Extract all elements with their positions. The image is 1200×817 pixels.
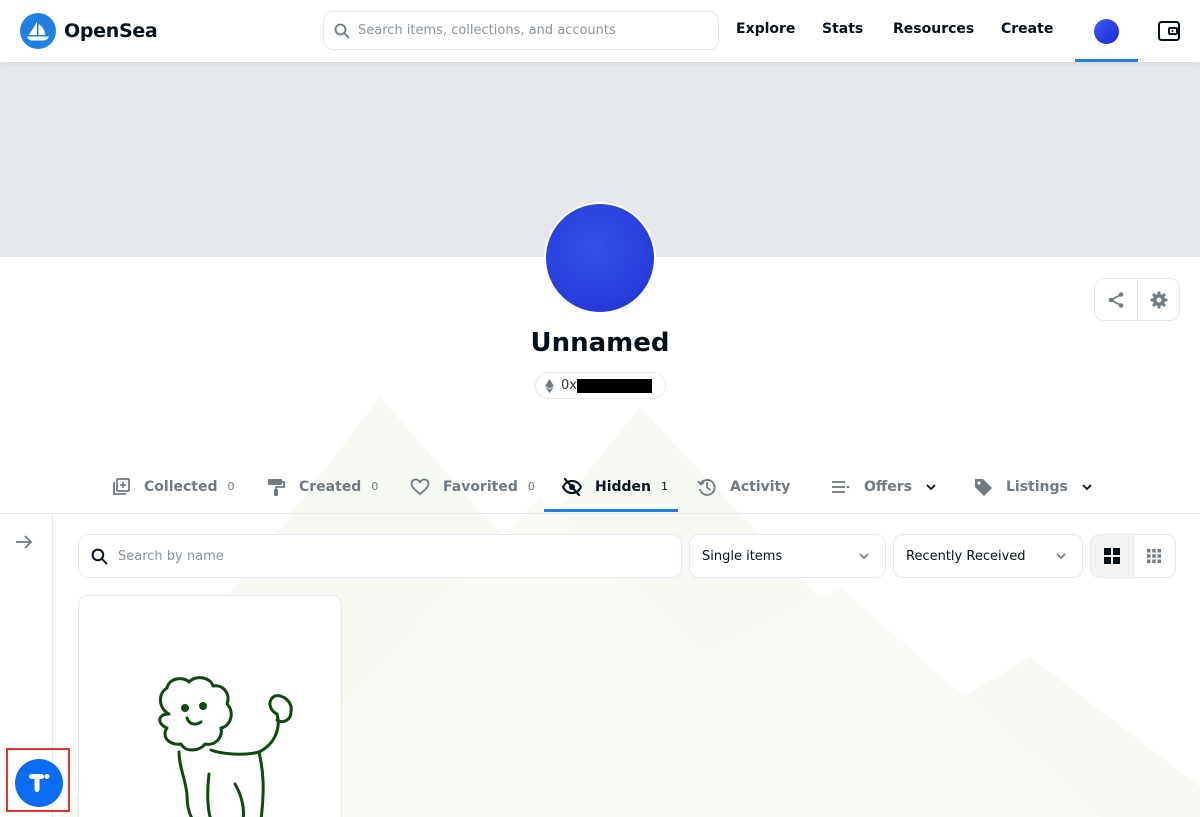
grid-view-toggle — [1090, 534, 1176, 578]
share-icon — [1108, 291, 1124, 308]
share-button[interactable] — [1095, 279, 1137, 320]
item-type-select[interactable]: Single items — [689, 534, 886, 578]
collected-icon — [113, 477, 130, 495]
chevron-down-icon — [1056, 553, 1066, 560]
tab-created[interactable]: Created 0 — [266, 460, 378, 513]
opensea-logo[interactable]: OpenSea — [20, 13, 158, 49]
redacted-address — [576, 378, 652, 393]
nav-explore[interactable]: Explore — [736, 21, 795, 37]
large-grid-icon — [1103, 548, 1120, 564]
ethereum-icon — [545, 378, 554, 393]
paint-roller-icon — [268, 478, 285, 496]
wallet-icon[interactable] — [1157, 19, 1181, 43]
history-icon — [697, 478, 716, 496]
list-icon — [832, 480, 850, 493]
settings-button[interactable] — [1137, 279, 1179, 320]
wallet-address-pill[interactable]: 0x — [535, 372, 666, 399]
top-nav: OpenSea Explore Stats Resources Create — [0, 0, 1200, 62]
name-search-input[interactable] — [118, 548, 658, 564]
small-grid-button[interactable] — [1132, 535, 1175, 577]
large-grid-button[interactable] — [1091, 535, 1133, 577]
tab-favorited[interactable]: Favorited 0 — [410, 460, 535, 513]
global-search-input[interactable] — [358, 23, 698, 38]
tab-collected[interactable]: Collected 0 — [111, 460, 235, 513]
highlight-box — [6, 748, 70, 812]
search-icon — [91, 548, 108, 564]
t-letter-icon — [29, 774, 50, 792]
tab-listings[interactable]: Listings — [973, 460, 1094, 513]
chevron-down-icon — [1082, 483, 1092, 490]
brand-name: OpenSea — [64, 20, 158, 42]
tab-activity[interactable]: Activity — [697, 460, 790, 513]
profile-actions — [1094, 278, 1180, 321]
nav-stats[interactable]: Stats — [822, 21, 863, 37]
profile-avatar[interactable] — [544, 202, 656, 314]
nav-resources[interactable]: Resources — [893, 21, 974, 37]
chevron-down-icon — [859, 553, 869, 560]
wallet-address-prefix: 0x — [561, 378, 577, 393]
tabs-divider — [0, 513, 1200, 514]
opensea-boat-icon — [20, 13, 56, 49]
small-grid-icon — [1147, 549, 1162, 563]
gear-icon — [1150, 291, 1167, 308]
trust-wallet-button[interactable] — [15, 759, 63, 807]
heart-icon — [410, 478, 430, 495]
name-search[interactable] — [78, 534, 682, 578]
tag-icon — [975, 478, 992, 496]
sort-select[interactable]: Recently Received — [893, 534, 1083, 578]
poodle-image — [158, 676, 293, 817]
tab-hidden[interactable]: Hidden 1 — [562, 460, 668, 513]
eye-off-icon — [562, 477, 582, 496]
nav-create[interactable]: Create — [1001, 21, 1053, 37]
active-tab-indicator — [544, 509, 678, 512]
account-active-indicator — [1075, 59, 1138, 62]
profile-tabs: Collected 0 Created 0 Favorited 0 Hidden… — [0, 460, 1200, 513]
profile-name: Unnamed — [530, 328, 670, 358]
tab-offers[interactable]: Offers — [831, 460, 938, 513]
chevron-down-icon — [926, 483, 936, 490]
global-search[interactable] — [323, 11, 719, 50]
search-icon — [334, 23, 350, 38]
nft-card[interactable] — [78, 595, 342, 817]
account-avatar[interactable] — [1094, 19, 1119, 44]
arrow-right-icon[interactable] — [14, 532, 34, 552]
